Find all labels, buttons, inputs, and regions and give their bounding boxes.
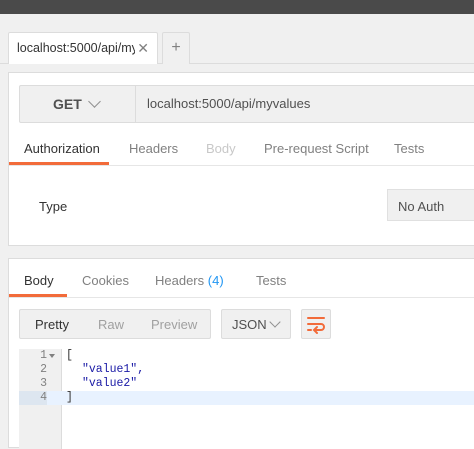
chevron-down-icon (269, 316, 281, 328)
view-mode-group: Pretty Raw Preview (19, 309, 211, 339)
line-number: 2 (40, 363, 47, 376)
tab-tests[interactable]: Tests (394, 141, 424, 156)
line-number: 4 (19, 391, 47, 405)
code-text: ] (66, 391, 73, 404)
request-tabs: Authorization Headers Body Pre-request S… (9, 133, 474, 165)
url-bar: GET localhost:5000/api/myvalues (19, 85, 474, 123)
wrap-icon (307, 317, 325, 334)
tab-response-tests[interactable]: Tests (256, 273, 286, 288)
pretty-button[interactable]: Pretty (35, 317, 69, 332)
line-number: 1 (40, 349, 47, 362)
method-label: GET (53, 96, 82, 112)
fold-icon[interactable] (49, 354, 55, 358)
preview-button[interactable]: Preview (151, 317, 197, 332)
tabs-divider (9, 165, 474, 166)
tab-headers[interactable]: Headers (129, 141, 178, 156)
tab-cookies[interactable]: Cookies (82, 273, 129, 288)
code-line: 3 "value2" (19, 377, 474, 391)
format-select[interactable]: JSON (221, 309, 291, 339)
code-line: 1 [ (19, 349, 474, 363)
response-tabs: Body Cookies Headers (4) Tests (9, 265, 474, 297)
tab-body[interactable]: Body (206, 141, 236, 156)
auth-type-select[interactable]: No Auth (387, 189, 474, 221)
request-tab[interactable]: localhost:5000/api/my ✕ (8, 32, 158, 64)
tab-authorization[interactable]: Authorization (24, 141, 100, 156)
headers-count: (4) (207, 273, 224, 288)
window-titlebar (0, 0, 474, 14)
tab-body[interactable]: Body (24, 273, 54, 288)
chevron-down-icon (88, 95, 101, 108)
response-editor[interactable]: 1 [ 2 "value1", 3 "value2" 4 ] (19, 349, 474, 449)
code-text: "value1", (82, 363, 145, 376)
tabs-divider (9, 297, 474, 298)
wrap-lines-button[interactable] (301, 309, 331, 339)
response-panel: Body Cookies Headers (4) Tests Pretty Ra… (8, 258, 474, 449)
format-value: JSON (232, 317, 267, 332)
close-icon[interactable]: ✕ (137, 40, 149, 57)
request-tab-title: localhost:5000/api/my (17, 41, 135, 55)
tab-response-headers[interactable]: Headers (4) (155, 273, 224, 288)
code-line: 2 "value1", (19, 363, 474, 377)
line-number: 3 (40, 377, 47, 390)
code-text: "value2" (82, 377, 138, 390)
headers-label: Headers (155, 273, 205, 288)
auth-type-label: Type (39, 199, 68, 214)
code-text: [ (66, 349, 73, 362)
method-select[interactable]: GET (20, 86, 136, 122)
url-input[interactable]: localhost:5000/api/myvalues (147, 96, 310, 111)
auth-type-value: No Auth (398, 199, 445, 214)
plus-icon[interactable]: + (162, 32, 190, 64)
request-tab-strip: localhost:5000/api/my ✕ + (0, 14, 474, 64)
tab-pre-request-script[interactable]: Pre-request Script (264, 141, 369, 156)
code-line: 4 ] (19, 391, 474, 405)
raw-button[interactable]: Raw (98, 317, 124, 332)
request-panel: GET localhost:5000/api/myvalues Authoriz… (8, 72, 474, 246)
